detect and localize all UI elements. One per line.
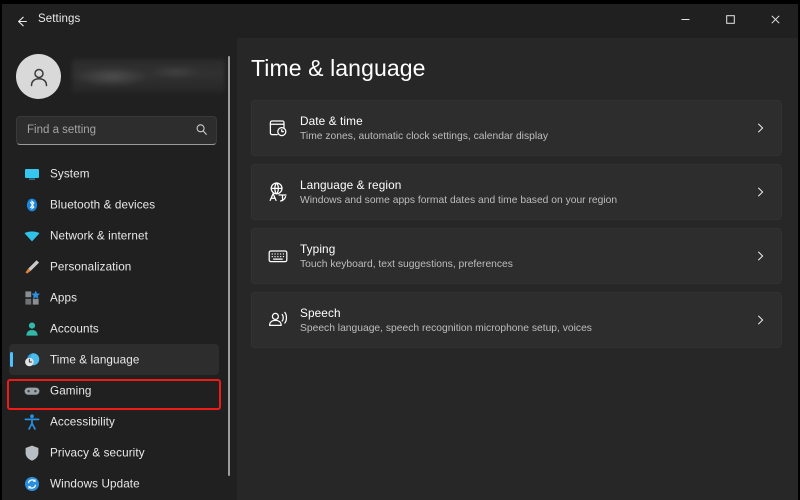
card-subtitle: Time zones, automatic clock settings, ca… xyxy=(300,131,548,142)
search-input[interactable]: Find a setting xyxy=(16,116,217,145)
settings-card-language-region[interactable]: Language & region Windows and some apps f… xyxy=(251,164,782,220)
sidebar-item-gaming[interactable]: Gaming xyxy=(9,375,219,406)
sidebar-item-personalization[interactable]: Personalization xyxy=(9,251,219,282)
wifi-icon xyxy=(23,227,41,245)
sidebar-item-label: Accessibility xyxy=(50,415,115,428)
sidebar-item-label: Gaming xyxy=(50,384,92,397)
bluetooth-icon xyxy=(23,196,41,214)
close-button[interactable] xyxy=(753,4,798,34)
sidebar-item-label: Apps xyxy=(50,291,77,304)
sidebar-item-accessibility[interactable]: Accessibility xyxy=(9,406,219,437)
page-title: Time & language xyxy=(251,55,426,82)
close-icon xyxy=(770,14,781,25)
paintbrush-icon xyxy=(23,258,41,276)
sidebar-item-label: System xyxy=(50,167,90,180)
speech-icon xyxy=(266,308,290,332)
sidebar-nav: System Bluetooth & devices Network & inter… xyxy=(2,158,237,500)
sidebar-item-accounts[interactable]: Accounts xyxy=(9,313,219,344)
sidebar-item-label: Time & language xyxy=(50,353,139,366)
account-tile[interactable] xyxy=(16,54,226,100)
search-icon[interactable] xyxy=(195,123,208,136)
sidebar-item-label: Network & internet xyxy=(50,229,148,242)
selection-indicator xyxy=(10,352,13,367)
card-title: Date & time xyxy=(300,114,363,128)
sidebar-item-privacy-security[interactable]: Privacy & security xyxy=(9,437,219,468)
sidebar-item-bluetooth-devices[interactable]: Bluetooth & devices xyxy=(9,189,219,220)
clock-globe-icon xyxy=(23,351,41,369)
card-subtitle: Touch keyboard, text suggestions, prefer… xyxy=(300,259,513,270)
minimize-button[interactable] xyxy=(663,4,708,34)
main-content: Time & language Date & time Time zones, a… xyxy=(237,38,798,500)
calendar-clock-icon xyxy=(266,116,290,140)
sidebar-item-label: Bluetooth & devices xyxy=(50,198,155,211)
sidebar-item-network-internet[interactable]: Network & internet xyxy=(9,220,219,251)
sidebar-item-time-language[interactable]: Time & language xyxy=(9,344,219,375)
maximize-button[interactable] xyxy=(708,4,753,34)
sidebar-item-label: Privacy & security xyxy=(50,446,145,459)
sidebar: Find a setting System Bluetooth & devices… xyxy=(2,38,237,500)
card-title: Speech xyxy=(300,306,341,320)
card-title: Typing xyxy=(300,242,335,256)
settings-card-list: Date & time Time zones, automatic clock s… xyxy=(251,100,782,356)
sidebar-item-apps[interactable]: Apps xyxy=(9,282,219,313)
card-subtitle: Speech language, speech recognition micr… xyxy=(300,323,592,334)
minimize-icon xyxy=(680,14,691,25)
update-sync-icon xyxy=(23,475,41,493)
person-avatar-icon xyxy=(26,64,52,90)
avatar xyxy=(16,54,61,99)
account-name-redacted xyxy=(72,59,225,93)
account-person-icon xyxy=(23,320,41,338)
sidebar-item-label: Windows Update xyxy=(50,477,140,490)
card-subtitle: Windows and some apps format dates and t… xyxy=(300,195,617,206)
settings-card-date-time[interactable]: Date & time Time zones, automatic clock s… xyxy=(251,100,782,156)
chevron-right-icon[interactable] xyxy=(754,314,767,327)
apps-grid-icon xyxy=(23,289,41,307)
chevron-right-icon[interactable] xyxy=(754,186,767,199)
card-title: Language & region xyxy=(300,178,401,192)
chevron-right-icon[interactable] xyxy=(754,250,767,263)
title-bar: Settings xyxy=(2,4,798,38)
sidebar-item-windows-update[interactable]: Windows Update xyxy=(9,468,219,499)
keyboard-icon xyxy=(266,244,290,268)
gamepad-icon xyxy=(23,382,41,400)
settings-window: Settings xyxy=(2,4,798,500)
globe-language-icon xyxy=(266,180,290,204)
chevron-right-icon[interactable] xyxy=(754,122,767,135)
search-placeholder: Find a setting xyxy=(27,124,96,136)
sidebar-item-label: Personalization xyxy=(50,260,131,273)
back-arrow-icon xyxy=(14,14,29,29)
sidebar-scrollbar[interactable] xyxy=(228,56,230,476)
sidebar-item-system[interactable]: System xyxy=(9,158,219,189)
back-button[interactable] xyxy=(8,9,34,33)
maximize-icon xyxy=(725,14,736,25)
settings-card-typing[interactable]: Typing Touch keyboard, text suggestions, … xyxy=(251,228,782,284)
app-title: Settings xyxy=(38,13,80,25)
accessibility-icon xyxy=(23,413,41,431)
settings-card-speech[interactable]: Speech Speech language, speech recognitio… xyxy=(251,292,782,348)
monitor-icon xyxy=(23,165,41,183)
sidebar-item-label: Accounts xyxy=(50,322,99,335)
shield-icon xyxy=(23,444,41,462)
